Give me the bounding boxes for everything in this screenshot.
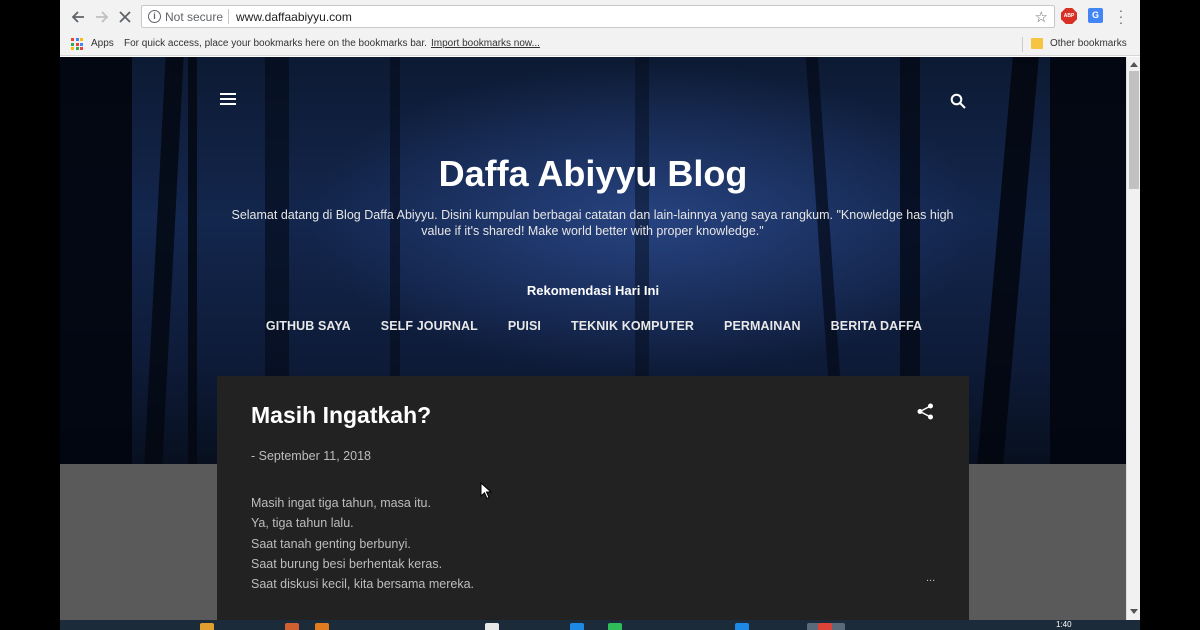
bookmarks-hint: For quick access, place your bookmarks h…: [124, 38, 427, 49]
right-letterbox: [1140, 0, 1200, 630]
address-separator: [228, 9, 229, 24]
browser-toolbar: i Not secure www.daffaabiyyu.com ☆ ABP G…: [60, 0, 1140, 33]
post-card: Masih Ingatkah? - September 11, 2018 Mas…: [217, 376, 969, 620]
stop-button[interactable]: [114, 6, 136, 28]
address-bar[interactable]: i Not secure www.daffaabiyyu.com ☆: [141, 5, 1055, 28]
taskbar-clock: 1:40: [1056, 620, 1072, 629]
url-text[interactable]: www.daffaabiyyu.com: [236, 10, 352, 24]
adblock-extension-icon[interactable]: ABP: [1061, 8, 1077, 24]
taskbar-folder-icon[interactable]: [200, 623, 214, 630]
tree-silhouette: [977, 57, 1039, 464]
recommendation-heading: Rekomendasi Hari Ini: [526, 283, 660, 298]
bookmarks-bar: Apps For quick access, place your bookma…: [60, 33, 1140, 56]
tree-silhouette: [144, 57, 184, 464]
post-date[interactable]: - September 11, 2018: [251, 449, 371, 463]
post-line: Saat tanah genting berbunyi.: [251, 536, 411, 551]
page-viewport: Daffa Abiyyu Blog Selamat datang di Blog…: [60, 57, 1126, 620]
apps-shortcut[interactable]: Apps: [91, 38, 114, 49]
post-line: Saat diskusi kecil, kita bersama mereka.: [251, 577, 475, 592]
other-bookmarks[interactable]: Other bookmarks: [1050, 38, 1127, 49]
menu-dots-icon[interactable]: · · ·: [1116, 3, 1126, 29]
close-icon: [119, 11, 131, 23]
tree-silhouette: [60, 57, 132, 464]
arrow-left-icon: [71, 11, 84, 23]
category-menu: GITHUB SAYA SELF JOURNAL PUISI TEKNIK KO…: [60, 319, 1126, 333]
apps-grid-icon[interactable]: [71, 38, 83, 50]
tree-silhouette: [188, 57, 197, 464]
scroll-down-arrow-icon[interactable]: [1130, 609, 1138, 614]
star-icon[interactable]: ☆: [1035, 8, 1048, 26]
forward-button[interactable]: [91, 6, 113, 28]
taskbar-app-icon[interactable]: [735, 623, 749, 630]
bookmarks-separator: [1022, 37, 1023, 52]
os-taskbar: 1:40: [60, 620, 1140, 630]
taskbar-app-icon[interactable]: [570, 623, 584, 630]
post-line: Masih ingat tiga tahun, masa itu.: [251, 496, 431, 510]
hamburger-menu-icon[interactable]: [220, 93, 236, 105]
security-status: Not secure: [165, 10, 224, 24]
browser-window: i Not secure www.daffaabiyyu.com ☆ ABP G…: [60, 0, 1140, 630]
scroll-up-arrow-icon[interactable]: [1130, 62, 1138, 67]
info-icon[interactable]: i: [148, 10, 161, 23]
menu-item-teknik-komputer[interactable]: TEKNIK KOMPUTER: [571, 319, 694, 333]
menu-item-puisi[interactable]: PUISI: [508, 319, 541, 333]
import-bookmarks-link[interactable]: Import bookmarks now...: [431, 38, 540, 49]
scrollbar-thumb[interactable]: [1129, 71, 1139, 189]
read-more-ellipsis[interactable]: ...: [926, 572, 935, 584]
back-button[interactable]: [67, 6, 89, 28]
blog-title[interactable]: Daffa Abiyyu Blog: [60, 153, 1126, 195]
folder-icon: [1031, 38, 1043, 49]
share-icon[interactable]: [917, 403, 934, 420]
arrow-right-icon: [96, 11, 109, 23]
taskbar-app-icon[interactable]: [485, 623, 499, 630]
menu-item-github[interactable]: GITHUB SAYA: [266, 319, 351, 333]
taskbar-chrome-icon[interactable]: [818, 623, 832, 630]
mouse-cursor-icon: [480, 482, 492, 500]
menu-item-berita-daffa[interactable]: BERITA DAFFA: [831, 319, 922, 333]
left-letterbox: [0, 0, 60, 630]
vertical-scrollbar[interactable]: [1126, 57, 1140, 620]
menu-item-self-journal[interactable]: SELF JOURNAL: [381, 319, 478, 333]
blog-description: Selamat datang di Blog Daffa Abiyyu. Dis…: [231, 208, 954, 238]
translate-extension-icon[interactable]: G: [1088, 8, 1103, 23]
post-title[interactable]: Masih Ingatkah?: [251, 402, 431, 429]
taskbar-app-icon[interactable]: [315, 623, 329, 630]
taskbar-app-icon[interactable]: [608, 623, 622, 630]
post-line: Saat burung besi berhentak keras.: [251, 556, 443, 571]
post-line: Ya, tiga tahun lalu.: [251, 516, 354, 531]
post-snippet: Masih ingat tiga tahun, masa itu. Ya, ti…: [251, 493, 474, 594]
search-icon[interactable]: [950, 93, 966, 109]
taskbar-app-icon[interactable]: [285, 623, 299, 630]
menu-item-permainan[interactable]: PERMAINAN: [724, 319, 801, 333]
tree-silhouette: [1050, 57, 1126, 464]
